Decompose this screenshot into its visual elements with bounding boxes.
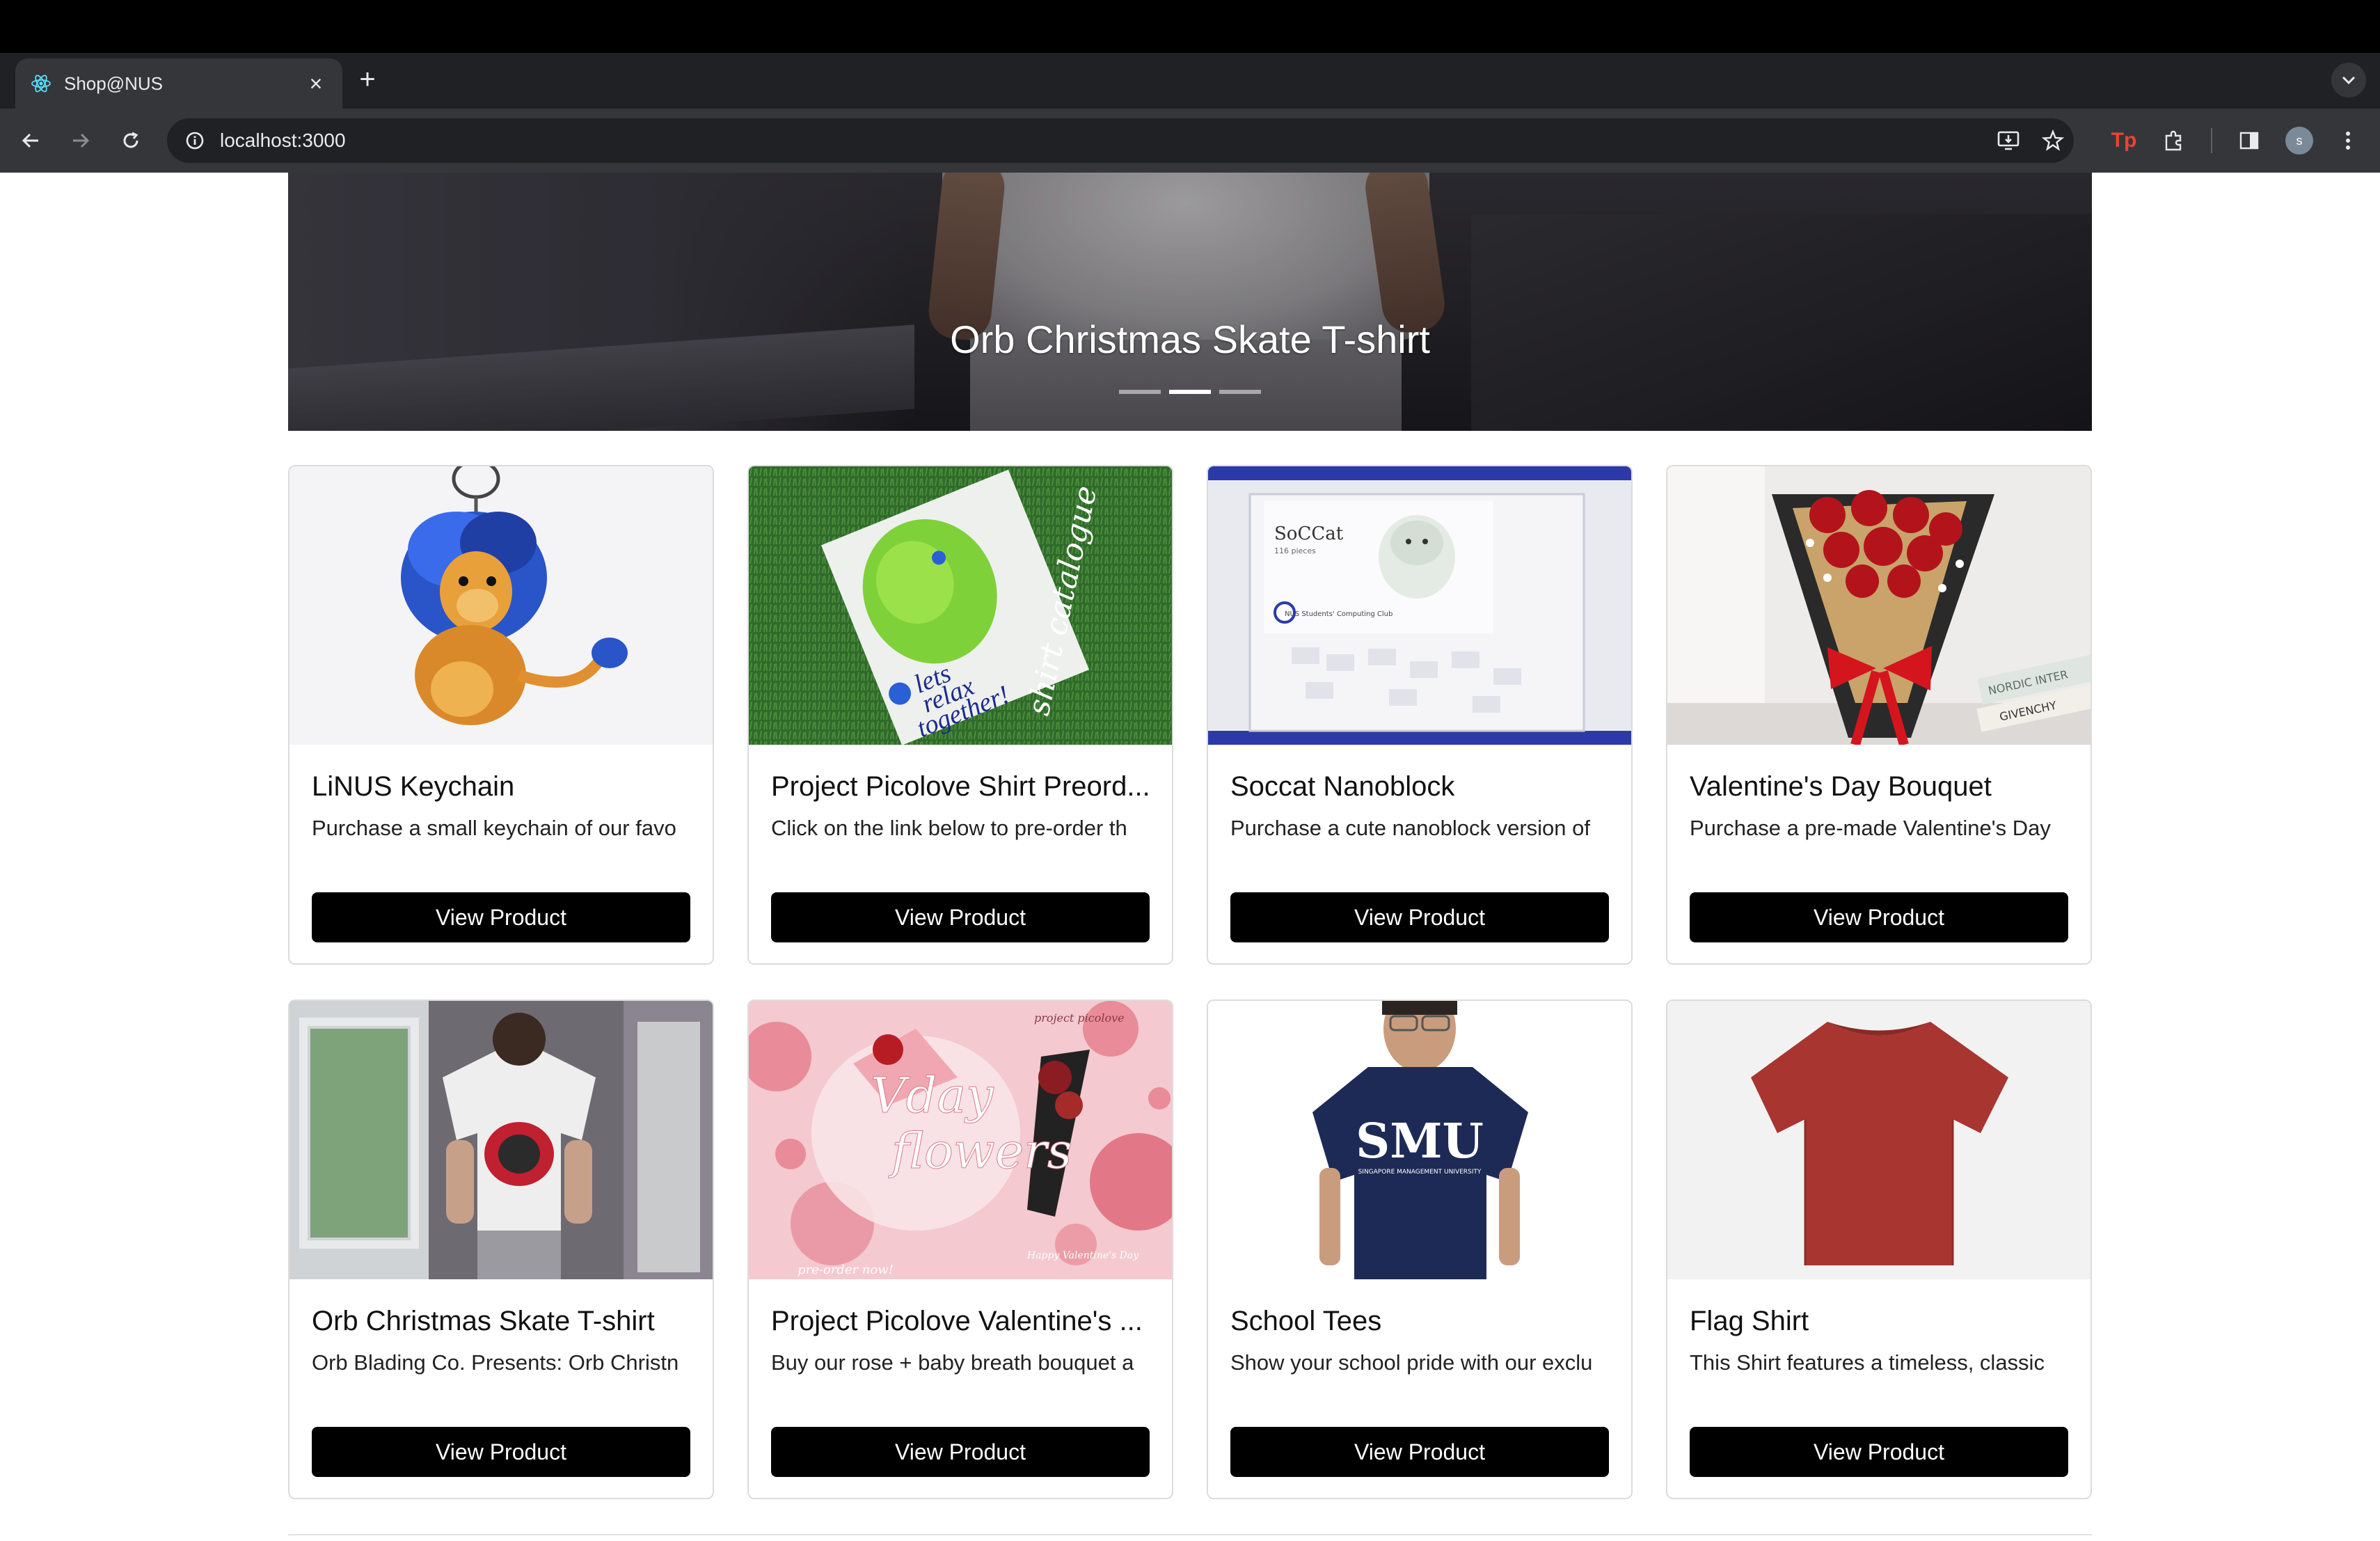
vday-footer-text: pre-order now! xyxy=(798,1263,894,1277)
browser-toolbar: localhost:3000 Tp s xyxy=(0,109,2380,173)
product-image-nanoblock: SoCCat 116 pieces NUS Students' Computin… xyxy=(1208,466,1631,745)
vday-title-text-1: Vday xyxy=(871,1067,994,1124)
product-card: Flag Shirt This Shirt features a timeles… xyxy=(1666,999,2092,1499)
page-content: Orb Christmas Skate T-shirt LiNUS Keycha… xyxy=(0,173,2380,1541)
back-arrow-icon[interactable] xyxy=(14,124,47,157)
plus-icon[interactable]: + xyxy=(352,65,383,96)
view-product-button[interactable]: View Product xyxy=(1230,1427,1609,1477)
address-bar[interactable]: localhost:3000 xyxy=(167,118,2074,163)
vday-title-text-2: flowers xyxy=(888,1123,1072,1180)
product-description: Purchase a cute nanoblock version of xyxy=(1230,816,1590,840)
product-image-school-tees: SMU SINGAPORE MANAGEMENT UNIVERSITY xyxy=(1208,1001,1631,1279)
close-icon[interactable]: × xyxy=(303,72,328,95)
product-title[interactable]: Project Picolove Shirt Preord... xyxy=(771,771,1152,803)
product-description: Orb Blading Co. Presents: Orb Christn xyxy=(312,1350,679,1375)
product-card: lets relax together! shirt catalogue Pro… xyxy=(747,465,1173,965)
more-vert-icon[interactable] xyxy=(2331,124,2365,157)
smu-sub-text: SINGAPORE MANAGEMENT UNIVERSITY xyxy=(1358,1169,1482,1176)
reload-icon[interactable] xyxy=(114,124,148,157)
product-image-vday-flowers: Vday flowers project picolove pre-order … xyxy=(749,1001,1172,1279)
avatar[interactable]: s xyxy=(2283,124,2316,157)
product-description: Buy our rose + baby breath bouquet a xyxy=(771,1350,1134,1375)
browser-tab-active[interactable]: Shop@NUS × xyxy=(15,58,342,109)
view-product-button[interactable]: View Product xyxy=(312,1427,690,1477)
tp-extension-icon[interactable]: Tp xyxy=(2107,124,2141,157)
soccat-pieces-text: 116 pieces xyxy=(1274,546,1316,555)
info-icon[interactable] xyxy=(181,127,209,155)
product-title[interactable]: LiNUS Keychain xyxy=(312,771,693,803)
product-title[interactable]: Project Picolove Valentine's ... xyxy=(771,1306,1152,1337)
product-card: Orb Christmas Skate T-shirt Orb Blading … xyxy=(288,999,714,1499)
view-product-button[interactable]: View Product xyxy=(771,1427,1150,1477)
product-description: This Shirt features a timeless, classic xyxy=(1690,1350,2045,1375)
view-product-button[interactable]: View Product xyxy=(312,892,690,942)
view-product-button[interactable]: View Product xyxy=(1230,892,1609,942)
carousel-indicator-3[interactable] xyxy=(1219,390,1261,394)
react-favicon-icon xyxy=(29,72,53,95)
product-card: LiNUS Keychain Purchase a small keychain… xyxy=(288,465,714,965)
toolbar-separator xyxy=(2211,128,2212,153)
sidepanel-icon[interactable] xyxy=(2232,124,2266,157)
footer-divider xyxy=(288,1534,2092,1535)
vday-wish-text: Happy Valentine's Day xyxy=(1026,1250,1139,1261)
product-image-shirt-catalogue: lets relax together! shirt catalogue xyxy=(749,466,1172,745)
view-product-button[interactable]: View Product xyxy=(771,892,1150,942)
smu-logo-text: SMU xyxy=(1356,1114,1484,1169)
product-image-bouquet: NORDIC INTER GIVENCHY xyxy=(1667,466,2091,745)
carousel-indicator-1[interactable] xyxy=(1119,390,1161,394)
product-title[interactable]: Valentine's Day Bouquet xyxy=(1690,771,2071,803)
product-card: SoCCat 116 pieces NUS Students' Computin… xyxy=(1207,465,1633,965)
tab-title: Shop@NUS xyxy=(64,72,164,94)
product-card: Vday flowers project picolove pre-order … xyxy=(747,999,1173,1499)
install-app-icon[interactable] xyxy=(1992,124,2025,157)
product-image-keychain xyxy=(289,466,713,745)
hero-caption: Orb Christmas Skate T-shirt xyxy=(950,317,1430,361)
carousel-indicator-2[interactable] xyxy=(1169,390,1211,394)
product-image-skate-tshirt xyxy=(289,1001,713,1279)
product-image-flag-shirt xyxy=(1667,1001,2091,1279)
product-description: Purchase a pre-made Valentine's Day xyxy=(1690,816,2051,840)
carousel-indicators xyxy=(288,390,2092,394)
product-description: Purchase a small keychain of our favo xyxy=(312,816,676,840)
view-product-button[interactable]: View Product xyxy=(1690,1427,2068,1477)
soccat-name-text: SoCCat xyxy=(1274,523,1344,544)
view-product-button[interactable]: View Product xyxy=(1690,892,2068,942)
chevron-down-icon[interactable] xyxy=(2331,63,2366,97)
product-card: NORDIC INTER GIVENCHY Valentine's Day Bo… xyxy=(1666,465,2092,965)
product-title[interactable]: Orb Christmas Skate T-shirt xyxy=(312,1306,693,1337)
hero-carousel[interactable]: Orb Christmas Skate T-shirt xyxy=(288,173,2092,431)
os-top-bar xyxy=(0,0,2380,53)
url-text: localhost:3000 xyxy=(220,129,346,151)
product-description: Show your school pride with our exclu xyxy=(1230,1350,1593,1375)
puzzle-icon[interactable] xyxy=(2157,124,2191,157)
soccat-club-text: NUS Students' Computing Club xyxy=(1285,610,1393,618)
vday-tag-text: project picolove xyxy=(1034,1011,1125,1025)
product-title[interactable]: School Tees xyxy=(1230,1306,1612,1337)
product-title[interactable]: Soccat Nanoblock xyxy=(1230,771,1612,803)
product-card: SMU SINGAPORE MANAGEMENT UNIVERSITY Scho… xyxy=(1207,999,1633,1499)
product-title[interactable]: Flag Shirt xyxy=(1690,1306,2071,1337)
star-icon[interactable] xyxy=(2036,124,2070,157)
forward-arrow-icon[interactable] xyxy=(64,124,97,157)
tab-strip: Shop@NUS × + xyxy=(0,53,2380,109)
product-description: Click on the link below to pre-order th xyxy=(771,816,1127,840)
